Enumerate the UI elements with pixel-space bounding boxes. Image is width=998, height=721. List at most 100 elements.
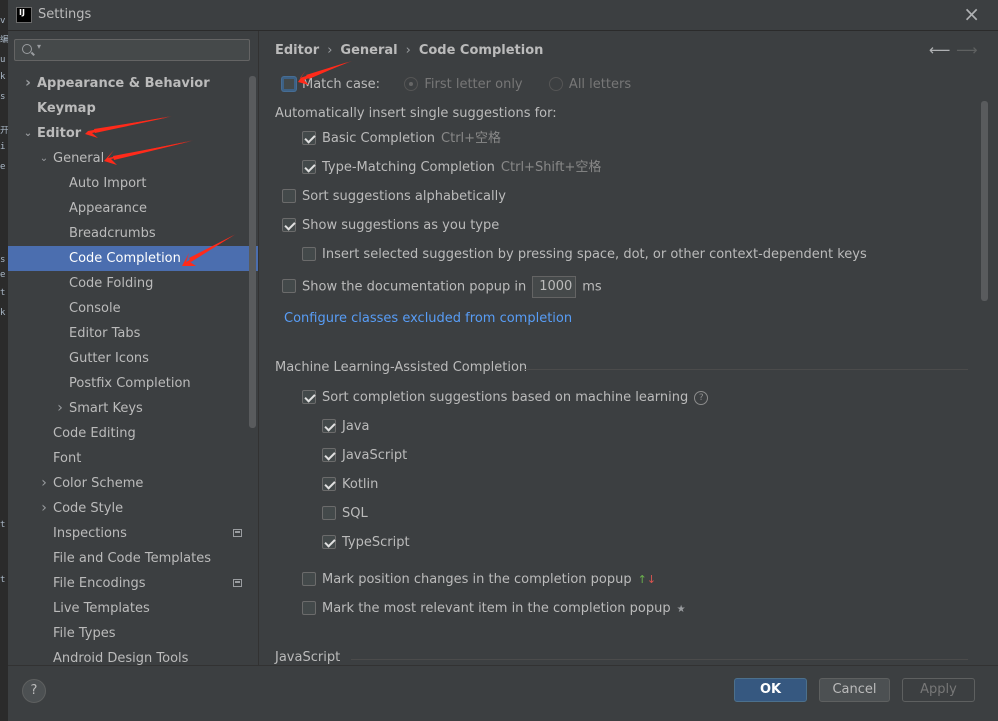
configure-excluded-link[interactable]: Configure classes excluded from completi…	[284, 309, 572, 329]
sidebar-item-color-scheme[interactable]: › Color Scheme	[8, 471, 258, 496]
sidebar-item-editor-tabs[interactable]: Editor Tabs	[8, 321, 258, 346]
ml-language-checkbox[interactable]	[322, 476, 336, 491]
type-matching-row: Type-Matching Completion Ctrl+Shift+空格	[302, 158, 601, 178]
type-matching-shortcut: Ctrl+Shift+空格	[500, 160, 602, 175]
sidebar-item-label: Code Style	[53, 501, 124, 516]
sidebar-item-label: Code Completion	[69, 251, 181, 266]
ml-section-divider	[521, 369, 968, 370]
insert-selected-row: Insert selected suggestion by pressing s…	[302, 245, 867, 265]
gutter-glyph: t	[0, 288, 6, 298]
sidebar-item-code-style[interactable]: › Code Style	[8, 496, 258, 521]
sidebar-item-code-completion[interactable]: Code Completion	[8, 246, 258, 271]
sidebar-item-live-templates[interactable]: Live Templates	[8, 596, 258, 621]
sidebar-item-label: Gutter Icons	[69, 351, 149, 366]
gutter-glyph: k	[0, 72, 6, 82]
show-as-type-row: Show suggestions as you type	[282, 216, 499, 236]
sidebar-item-auto-import[interactable]: Auto Import	[8, 171, 258, 196]
match-case-checkbox[interactable]	[282, 76, 296, 91]
sidebar-item-keymap[interactable]: Keymap	[8, 96, 258, 121]
sort-ml-checkbox[interactable]	[302, 389, 316, 404]
ml-section-title: Machine Learning-Assisted Completion	[275, 360, 528, 375]
back-arrow-icon[interactable]: ⟵	[929, 41, 951, 59]
ml-language-row: Java	[322, 417, 369, 437]
sidebar-item-label: Postfix Completion	[69, 376, 191, 391]
content-scrollbar[interactable]	[981, 101, 988, 301]
sidebar-scrollbar[interactable]	[249, 76, 256, 428]
help-circle-icon[interactable]: ?	[694, 390, 709, 405]
chevron-right-icon[interactable]: ›	[38, 471, 50, 496]
sidebar-item-appearance[interactable]: Appearance	[8, 196, 258, 221]
project-level-icon	[233, 529, 242, 537]
sidebar-item-label: Inspections	[53, 526, 127, 541]
gutter-glyph: 编	[0, 35, 8, 45]
javascript-section-title: JavaScript	[275, 650, 341, 665]
type-matching-label: Type-Matching Completion	[322, 160, 495, 175]
insert-selected-checkbox[interactable]	[302, 246, 316, 261]
sidebar-item-general[interactable]: ⌄ General	[8, 146, 258, 171]
sidebar-item-console[interactable]: Console	[8, 296, 258, 321]
sidebar-item-postfix-completion[interactable]: Postfix Completion	[8, 371, 258, 396]
search-icon	[22, 44, 32, 54]
sidebar-item-file-and-code-templates[interactable]: File and Code Templates	[8, 546, 258, 571]
sidebar-item-gutter-icons[interactable]: Gutter Icons	[8, 346, 258, 371]
show-as-type-checkbox[interactable]	[282, 217, 296, 232]
sidebar-item-label: Editor Tabs	[69, 326, 141, 341]
project-level-icon	[233, 579, 242, 587]
settings-tree: › Appearance & Behavior Keymap ⌄ Editor ⌄ Gene…	[8, 71, 258, 665]
chevron-right-icon[interactable]: ›	[22, 71, 34, 96]
ml-language-checkbox[interactable]	[322, 505, 336, 520]
all-letters-label: All letters	[568, 77, 632, 92]
gutter-glyph: s	[0, 255, 6, 265]
ml-language-checkbox[interactable]	[322, 418, 336, 433]
chevron-right-icon: ›	[405, 43, 411, 58]
sidebar-item-label: Keymap	[37, 101, 96, 116]
doc-popup-delay-input[interactable]: 1000	[532, 276, 577, 298]
gutter-glyph: v	[0, 16, 6, 26]
ml-language-checkbox[interactable]	[322, 534, 336, 549]
sidebar-item-editor[interactable]: ⌄ Editor	[8, 121, 258, 146]
sidebar-item-smart-keys[interactable]: › Smart Keys	[8, 396, 258, 421]
ml-language-label: TypeScript	[342, 535, 410, 550]
sidebar-item-font[interactable]: Font	[8, 446, 258, 471]
cancel-button[interactable]: Cancel	[819, 678, 890, 702]
close-icon[interactable]: ×	[963, 3, 980, 25]
sidebar-item-code-folding[interactable]: Code Folding	[8, 271, 258, 296]
dialog-footer: ? OK Cancel Apply	[8, 665, 998, 721]
title-bar: Settings ×	[8, 0, 998, 31]
ml-language-checkbox[interactable]	[322, 447, 336, 462]
basic-completion-checkbox[interactable]	[302, 130, 316, 145]
search-input[interactable]: ▾	[14, 39, 250, 61]
mark-relevant-checkbox[interactable]	[302, 600, 316, 615]
up-down-arrows-icon: ↑↓	[637, 573, 657, 586]
chevron-right-icon[interactable]: ›	[54, 396, 66, 421]
gutter-glyph: 开	[0, 126, 8, 136]
sidebar-item-appearance-behavior[interactable]: › Appearance & Behavior	[8, 71, 258, 96]
settings-content: Editor › General › Code Completion ⟵ ⟶ Match…	[259, 31, 998, 665]
sidebar-item-file-types[interactable]: File Types	[8, 621, 258, 646]
sidebar-item-label: Font	[53, 451, 82, 466]
match-case-row: Match case: First letter only All letter…	[282, 75, 631, 95]
sidebar-item-file-encodings[interactable]: File Encodings	[8, 571, 258, 596]
ok-button[interactable]: OK	[734, 678, 807, 702]
sidebar-item-code-editing[interactable]: Code Editing	[8, 421, 258, 446]
chevron-down-icon[interactable]: ⌄	[38, 146, 50, 171]
all-letters-radio	[548, 76, 563, 91]
chevron-down-icon[interactable]: ⌄	[22, 121, 34, 146]
sidebar-item-label: General	[53, 151, 105, 166]
doc-popup-checkbox[interactable]	[282, 279, 296, 293]
help-button[interactable]: ?	[22, 679, 46, 703]
breadcrumb-item: Editor	[275, 43, 320, 58]
type-matching-checkbox[interactable]	[302, 159, 316, 174]
mark-position-checkbox[interactable]	[302, 571, 316, 586]
sidebar-item-label: Auto Import	[69, 176, 147, 191]
ml-language-row: Kotlin	[322, 475, 378, 495]
apply-button[interactable]: Apply	[902, 678, 975, 702]
sidebar-item-android-design-tools[interactable]: Android Design Tools	[8, 646, 258, 665]
sidebar-item-breadcrumbs[interactable]: Breadcrumbs	[8, 221, 258, 246]
sidebar-item-inspections[interactable]: Inspections	[8, 521, 258, 546]
sort-alpha-checkbox[interactable]	[282, 188, 296, 203]
breadcrumb-item: General	[340, 43, 398, 58]
gutter-glyph: i	[0, 142, 6, 152]
chevron-right-icon[interactable]: ›	[38, 496, 50, 521]
ml-language-row: JavaScript	[322, 446, 407, 466]
